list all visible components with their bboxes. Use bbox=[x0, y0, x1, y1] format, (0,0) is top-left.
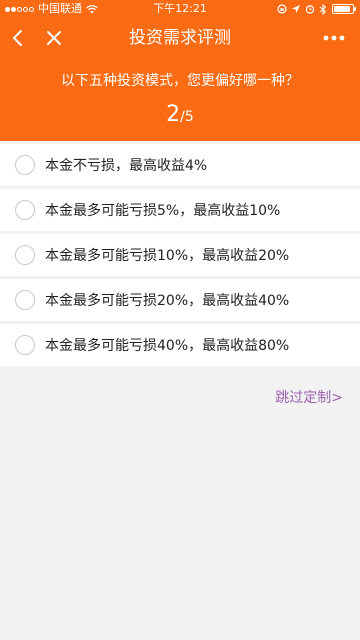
status-bar: 中国联通 下午12:21 bbox=[0, 0, 360, 18]
options-list: 本金不亏损，最高收益4% 本金最多可能亏损5%，最高收益10% 本金最多可能亏损… bbox=[0, 144, 360, 369]
location-icon bbox=[292, 5, 300, 13]
header: 中国联通 下午12:21 投资需求评测 以下五种投资模式，您更偏好哪一种？ 2/… bbox=[0, 0, 360, 141]
progress-total: 5 bbox=[184, 109, 194, 125]
option-item[interactable]: 本金最多可能亏损10%，最高收益20% bbox=[0, 234, 360, 276]
radio-button[interactable] bbox=[15, 290, 35, 310]
radio-button[interactable] bbox=[15, 155, 35, 175]
rotation-lock-icon bbox=[277, 4, 287, 14]
bluetooth-icon bbox=[319, 3, 327, 15]
option-item[interactable]: 本金最多可能亏损20%，最高收益40% bbox=[0, 279, 360, 321]
screen: 中国联通 下午12:21 投资需求评测 以下五种投资模式，您更偏好哪一种？ 2/… bbox=[0, 0, 360, 640]
status-right bbox=[273, 0, 356, 18]
option-item[interactable]: 本金最多可能亏损5%，最高收益10% bbox=[0, 189, 360, 231]
radio-button[interactable] bbox=[15, 335, 35, 355]
more-button[interactable] bbox=[320, 26, 348, 50]
radio-button[interactable] bbox=[15, 200, 35, 220]
nav-bar: 投资需求评测 bbox=[0, 18, 360, 58]
radio-button[interactable] bbox=[15, 245, 35, 265]
question-text: 以下五种投资模式，您更偏好哪一种？ bbox=[61, 73, 299, 89]
more-dots-icon bbox=[323, 35, 345, 41]
option-label: 本金最多可能亏损10%，最高收益20% bbox=[45, 248, 290, 264]
option-label: 本金最多可能亏损20%，最高收益40% bbox=[45, 293, 290, 309]
question-progress: 2/5 bbox=[0, 100, 360, 132]
page-title: 投资需求评测 bbox=[129, 28, 231, 48]
option-label: 本金最多可能亏损5%，最高收益10% bbox=[45, 203, 281, 219]
skip-customization-link[interactable]: 跳过定制> bbox=[275, 387, 343, 407]
option-label: 本金不亏损，最高收益4% bbox=[45, 158, 208, 174]
battery-fill bbox=[334, 6, 350, 12]
progress-current: 2 bbox=[166, 102, 181, 127]
alarm-icon bbox=[305, 5, 315, 14]
option-item[interactable]: 本金不亏损，最高收益4% bbox=[0, 144, 360, 186]
battery-icon bbox=[332, 4, 356, 14]
option-item[interactable]: 本金最多可能亏损40%，最高收益80% bbox=[0, 324, 360, 366]
option-label: 本金最多可能亏损40%，最高收益80% bbox=[45, 338, 290, 354]
